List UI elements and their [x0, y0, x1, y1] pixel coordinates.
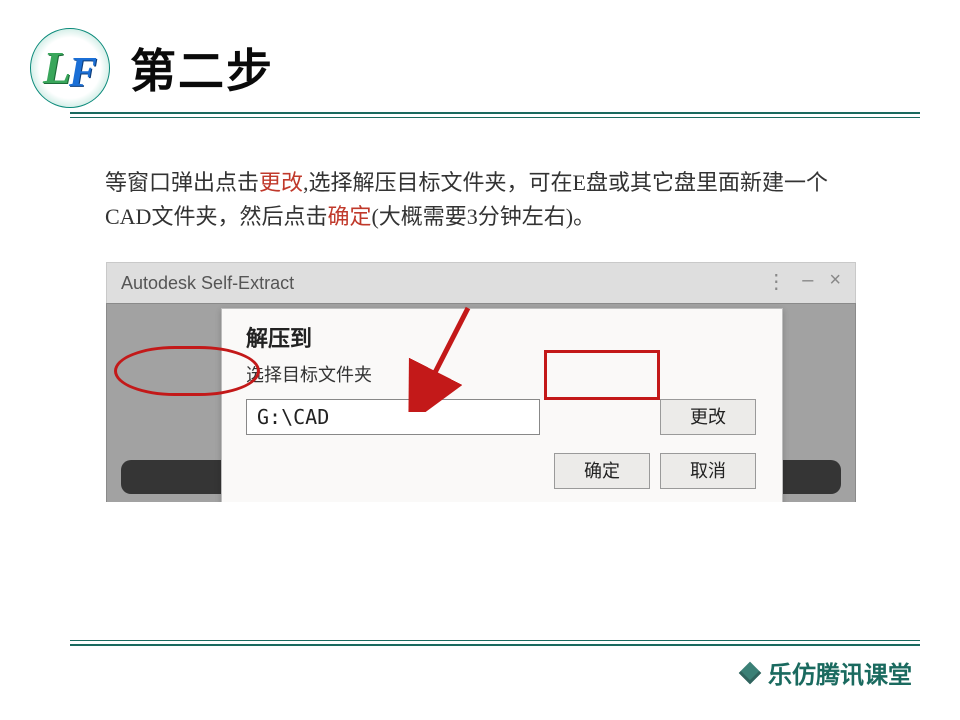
close-icon[interactable]: ×: [829, 269, 841, 294]
header-divider: [70, 112, 920, 118]
footer-divider: [70, 640, 920, 646]
footer-brand-text: 乐仿腾讯课堂: [768, 655, 912, 690]
parent-window-title: Autodesk Self-Extract: [121, 273, 294, 294]
cancel-button[interactable]: 取消: [660, 453, 756, 489]
step-title: 第二步: [130, 35, 274, 101]
logo-letter-f: F: [69, 49, 97, 97]
dialog-title: 解压到: [246, 321, 312, 353]
ok-button[interactable]: 确定: [554, 453, 650, 489]
annotation-change-rect: [544, 350, 660, 400]
lf-logo-inner: L F: [43, 41, 97, 95]
options-icon[interactable]: ⋮: [766, 269, 786, 294]
instr-seg-1: 等窗口弹出点击: [105, 170, 259, 195]
instr-highlight-ok: 确定: [327, 204, 371, 229]
destination-path-input[interactable]: G:\CAD: [246, 399, 540, 435]
dialog-subtitle: 选择目标文件夹: [246, 361, 372, 387]
minimize-icon[interactable]: –: [802, 269, 813, 294]
extract-dialog: 解压到 选择目标文件夹 G:\CAD 更改 确定 取消: [221, 308, 783, 502]
parent-window-body: 解压到 选择目标文件夹 G:\CAD 更改 确定 取消: [106, 303, 856, 502]
instruction-text: 等窗口弹出点击更改,选择解压目标文件夹，可在E盘或其它盘里面新建一个CAD文件夹…: [105, 166, 865, 234]
lf-logo: L F: [30, 28, 110, 108]
instr-seg-3: (大概需要3分钟左右)。: [371, 204, 595, 229]
annotation-path-circle: [114, 346, 260, 396]
instr-highlight-change: 更改: [259, 170, 303, 195]
logo-letter-l: L: [43, 41, 71, 94]
window-controls: ⋮ – ×: [766, 269, 841, 294]
footer-brand: 乐仿腾讯课堂: [742, 655, 912, 690]
parent-window-titlebar: Autodesk Self-Extract ⋮ – ×: [106, 262, 856, 303]
diamond-icon: [739, 661, 762, 684]
change-button[interactable]: 更改: [660, 399, 756, 435]
